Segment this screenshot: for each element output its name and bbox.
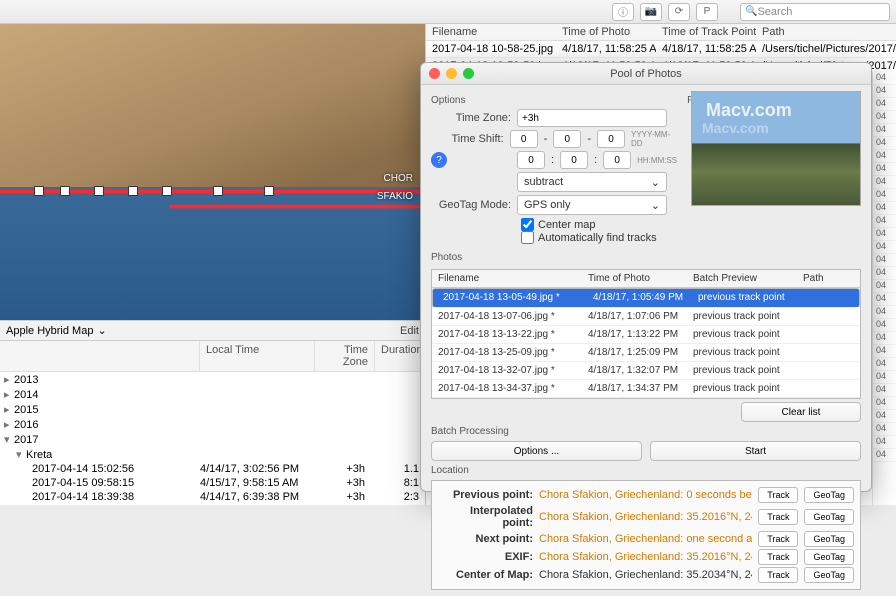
tree-track[interactable]: 2017-04-14 15:02:564/14/17, 3:02:56 PM+3… [0, 462, 425, 476]
pool-titlebar[interactable]: Pool of Photos [421, 63, 871, 85]
ts-min[interactable] [560, 151, 588, 169]
batch-label: Batch Processing [431, 426, 861, 437]
search-input[interactable]: 🔍 Search [740, 3, 890, 21]
photos-label: Photos [431, 252, 861, 263]
timeshift-label: Time Shift: [431, 133, 504, 145]
geotag-mode-label: GeoTag Mode: [431, 199, 511, 211]
tree-album[interactable]: ▾Kreta [0, 447, 425, 462]
watermark2: Macv.com [702, 120, 769, 136]
batch-options-button[interactable]: Options ... [431, 441, 642, 461]
date-hint: YYYY-MM-DD [631, 130, 677, 148]
edit-link[interactable]: Edit [400, 325, 419, 337]
map-footer: Apple Hybrid Map ⌄ Edit [0, 320, 425, 340]
auto-tracks-label: Automatically find tracks [538, 232, 657, 244]
toolbar: ⓘ 📷 ⟳ P 🔍 Search [0, 0, 896, 24]
time-hint: HH:MM:SS [637, 156, 677, 165]
ts-month[interactable] [553, 130, 581, 148]
location-row: Next point: Chora Sfakion, Griechenland:… [438, 531, 854, 547]
geotag-mode-select[interactable]: GPS only⌄ [517, 195, 667, 215]
location-row: Center of Map: Chora Sfakion, Griechenla… [438, 567, 854, 583]
ts-sec[interactable] [603, 151, 631, 169]
center-map-checkbox[interactable] [521, 218, 534, 231]
map-source-label: Apple Hybrid Map [6, 325, 93, 337]
help-icon[interactable]: ? [431, 152, 447, 168]
ts-year[interactable] [510, 130, 538, 148]
pool-row[interactable]: 2017-04-18 13-34-37.jpg *4/18/17, 1:34:3… [432, 380, 860, 398]
geotag-button[interactable]: GeoTag [804, 487, 854, 503]
track-button[interactable]: Track [758, 567, 798, 583]
map-place-label: CHOR [384, 173, 413, 184]
camera-button[interactable]: 📷 [640, 3, 662, 21]
tree-year[interactable]: ▸2014 [0, 387, 425, 402]
cropped-path-column: 0404040404040404040404040404040404040404… [872, 72, 896, 505]
geotag-button[interactable]: GeoTag [804, 531, 854, 547]
ts-day[interactable] [597, 130, 625, 148]
timezone-input[interactable] [517, 109, 667, 127]
location-row: Interpolated point: Chora Sfakion, Griec… [438, 505, 854, 529]
pool-row[interactable]: 2017-04-18 13-25-09.jpg *4/18/17, 1:25:0… [432, 344, 860, 362]
options-label: Options [431, 95, 677, 106]
location-label: Location [431, 465, 861, 476]
preview-image: Macv.com Macv.com [691, 91, 861, 206]
search-placeholder: Search [757, 6, 792, 18]
geotag-button[interactable]: GeoTag [804, 509, 854, 525]
pool-row[interactable]: 2017-04-18 13-07-06.jpg *4/18/17, 1:07:0… [432, 308, 860, 326]
center-map-label: Center map [538, 219, 595, 231]
location-row: EXIF: Chora Sfakion, Griechenland: 35.20… [438, 549, 854, 565]
map-place-label2: SFAKIO [377, 191, 413, 202]
pool-table[interactable]: Filename Time of Photo Batch Preview Pat… [431, 269, 861, 399]
track-button[interactable]: Track [758, 531, 798, 547]
pool-title: Pool of Photos [421, 68, 871, 80]
watermark: Macv.com [706, 100, 792, 121]
year-tree[interactable]: Local Time Time Zone Duration ▸2013▸2014… [0, 340, 425, 505]
tree-year[interactable]: ▸2013 [0, 372, 425, 387]
auto-tracks-checkbox[interactable] [521, 231, 534, 244]
ts-hour[interactable] [517, 151, 545, 169]
tree-year[interactable]: ▸2015 [0, 402, 425, 417]
info-button[interactable]: ⓘ [612, 3, 634, 21]
location-row: Previous point: Chora Sfakion, Griechenl… [438, 487, 854, 503]
chevron-down-icon: ⌄ [97, 324, 106, 337]
track-button[interactable]: Track [758, 487, 798, 503]
tree-header: Local Time Time Zone Duration [0, 341, 425, 372]
map-view[interactable]: CHOR SFAKIO [0, 24, 425, 320]
files-header: Filename Time of Photo Time of Track Poi… [426, 24, 896, 41]
file-row[interactable]: 2017-04-18 10-58-25.jpg4/18/17, 11:58:25… [426, 41, 896, 58]
chevron-down-icon: ⌄ [651, 199, 660, 212]
clear-list-button[interactable]: Clear list [741, 402, 861, 422]
location-box: Previous point: Chora Sfakion, Griechenl… [431, 480, 861, 590]
track-button[interactable]: Track [758, 549, 798, 565]
geotag-button[interactable]: GeoTag [804, 567, 854, 583]
pool-row[interactable]: 2017-04-18 13-13-22.jpg *4/18/17, 1:13:2… [432, 326, 860, 344]
timezone-label: Time Zone: [431, 112, 511, 124]
tree-year[interactable]: ▸2016 [0, 417, 425, 432]
chevron-down-icon: ⌄ [651, 176, 660, 189]
map-source-select[interactable]: Apple Hybrid Map ⌄ [6, 324, 400, 337]
refresh-button[interactable]: ⟳ [668, 3, 690, 21]
batch-start-button[interactable]: Start [650, 441, 861, 461]
pool-row[interactable]: 2017-04-18 13-05-49.jpg *4/18/17, 1:05:4… [432, 288, 860, 308]
tree-track[interactable]: 2017-04-14 18:39:384/14/17, 6:39:38 PM+3… [0, 490, 425, 504]
tree-track[interactable]: 2017-04-15 09:58:154/15/17, 9:58:15 AM+3… [0, 476, 425, 490]
pool-table-header: Filename Time of Photo Batch Preview Pat… [432, 270, 860, 288]
pool-window: Pool of Photos Options Time Zone: Time S… [420, 62, 872, 492]
pool-row[interactable]: 2017-04-18 13-32-07.jpg *4/18/17, 1:32:0… [432, 362, 860, 380]
geotag-button[interactable]: GeoTag [804, 549, 854, 565]
p-button[interactable]: P [696, 3, 718, 21]
subtract-select[interactable]: subtract⌄ [517, 172, 667, 192]
track-button[interactable]: Track [758, 509, 798, 525]
tree-year[interactable]: ▾2017 [0, 432, 425, 447]
